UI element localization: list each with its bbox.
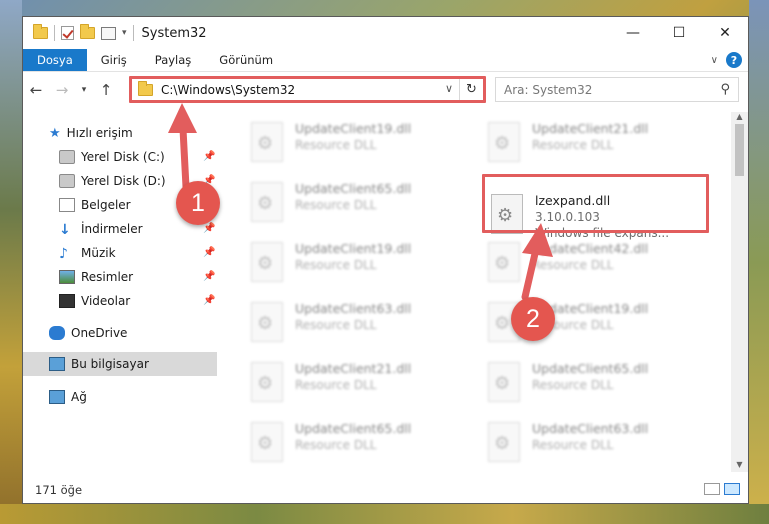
- arrow-1-head: [168, 103, 197, 133]
- arrow-1-shaft: [179, 125, 190, 191]
- desktop-wallpaper-left: [0, 0, 22, 524]
- desktop-wallpaper-right: [749, 0, 769, 524]
- annotation-arrows: [168, 103, 553, 301]
- file-explorer-window: ▾ System32 — ☐ ✕ Dosya Giriş Paylaş Görü…: [22, 16, 749, 504]
- desktop-wallpaper-bottom: [0, 504, 769, 524]
- step-marker-2: 2: [511, 297, 555, 341]
- step-marker-1: 1: [176, 181, 220, 225]
- arrow-2-head: [522, 223, 553, 257]
